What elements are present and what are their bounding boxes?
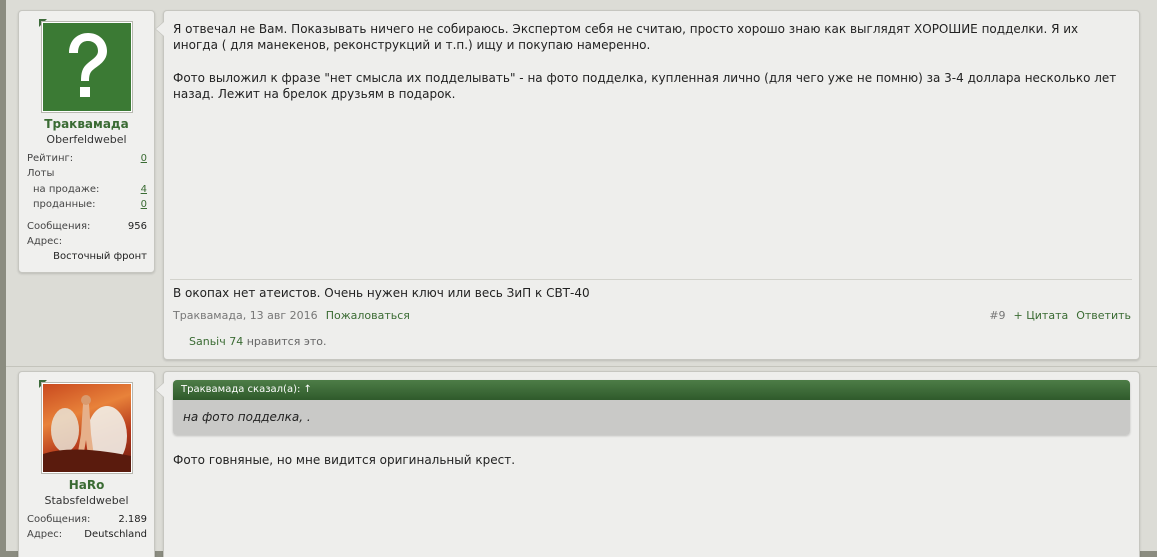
stat-label: проданные:: [33, 199, 96, 210]
avatar-image: [43, 384, 131, 472]
username[interactable]: Траквамада: [19, 117, 154, 131]
stat-value: 2.189: [118, 514, 147, 525]
stat-label: Рейтинг:: [27, 153, 74, 164]
user-card: Траквамада Oberfeldwebel Рейтинг: 0 Лоты…: [18, 10, 155, 273]
stat-value: 956: [127, 221, 147, 232]
stat-value: Восточный фронт: [53, 251, 147, 262]
signature-divider: [170, 279, 1132, 280]
quote-text: на фото подделка, .: [173, 400, 1130, 435]
stat-label: Адрес:: [27, 236, 63, 247]
post-meta: Траквамада, 13 авг 2016 Пожаловаться: [173, 309, 410, 322]
avatar[interactable]: [41, 21, 133, 113]
message-arrow: [155, 382, 164, 398]
stat-label: Адрес:: [27, 529, 63, 540]
stat-sold: проданные: 0: [27, 199, 147, 213]
user-title: Oberfeldwebel: [46, 133, 127, 146]
sold-link[interactable]: 0: [141, 199, 147, 210]
question-mark-icon: [43, 23, 131, 111]
likes-summary: Sanьіч 74 нравится это.: [189, 335, 327, 348]
message-box: Траквамада сказал(а): ↑ на фото подделка…: [155, 371, 1140, 557]
stat-address: Адрес: Deutschland: [27, 529, 147, 543]
post-number-link[interactable]: #9: [989, 309, 1005, 322]
stat-label: на продаже:: [33, 184, 100, 195]
message-paragraph: Фото говняные, но мне видится оригинальн…: [173, 453, 516, 467]
forum-thread: Траквамада Oberfeldwebel Рейтинг: 0 Лоты…: [6, 0, 1157, 557]
for-sale-link[interactable]: 4: [141, 184, 147, 195]
stat-messages: Сообщения: 2.189: [27, 514, 147, 528]
stat-address: Адрес:: [27, 236, 147, 250]
quote-header[interactable]: Траквамада сказал(а): ↑: [173, 380, 1130, 400]
avatar[interactable]: [41, 382, 133, 474]
report-link[interactable]: Пожаловаться: [326, 309, 410, 322]
stat-value: Deutschland: [84, 529, 147, 540]
stat-label: Лоты: [27, 168, 55, 179]
rating-link[interactable]: 0: [141, 153, 147, 164]
stat-rating: Рейтинг: 0: [27, 153, 147, 167]
likes-suffix: нравится это.: [243, 335, 327, 348]
post: HaRo Stabsfeldwebel Сообщения: 2.189 Адр…: [6, 366, 1157, 557]
message-arrow: [155, 21, 164, 37]
stat-label: Сообщения:: [27, 514, 91, 525]
stat-address-value: Восточный фронт: [27, 251, 147, 265]
message-paragraph: Фото выложил к фразе "нет смысла их подд…: [173, 71, 1117, 101]
post-actions: #9 + Цитата Ответить: [989, 309, 1131, 322]
stat-for-sale: на продаже: 4: [27, 184, 147, 198]
user-card: HaRo Stabsfeldwebel Сообщения: 2.189 Адр…: [18, 371, 155, 557]
author-date-link[interactable]: Траквамада, 13 авг 2016: [173, 309, 318, 322]
user-title: Stabsfeldwebel: [44, 494, 129, 507]
signature: В окопах нет атеистов. Очень нужен ключ …: [173, 286, 590, 300]
message-box: Я отвечал не Вам. Показывать ничего не с…: [155, 10, 1140, 360]
stat-lots: Лоты: [27, 168, 147, 182]
message-paragraph: Я отвечал не Вам. Показывать ничего не с…: [173, 22, 1079, 52]
reply-button[interactable]: Ответить: [1076, 309, 1131, 322]
liker-link[interactable]: Sanьіч 74: [189, 335, 243, 348]
quote-block: Траквамада сказал(а): ↑ на фото подделка…: [173, 380, 1130, 435]
username[interactable]: HaRo: [19, 478, 154, 492]
stat-messages: Сообщения: 956: [27, 221, 147, 235]
stat-label: Сообщения:: [27, 221, 91, 232]
post: Траквамада Oberfeldwebel Рейтинг: 0 Лоты…: [6, 0, 1157, 366]
quote-button[interactable]: + Цитата: [1014, 309, 1069, 322]
